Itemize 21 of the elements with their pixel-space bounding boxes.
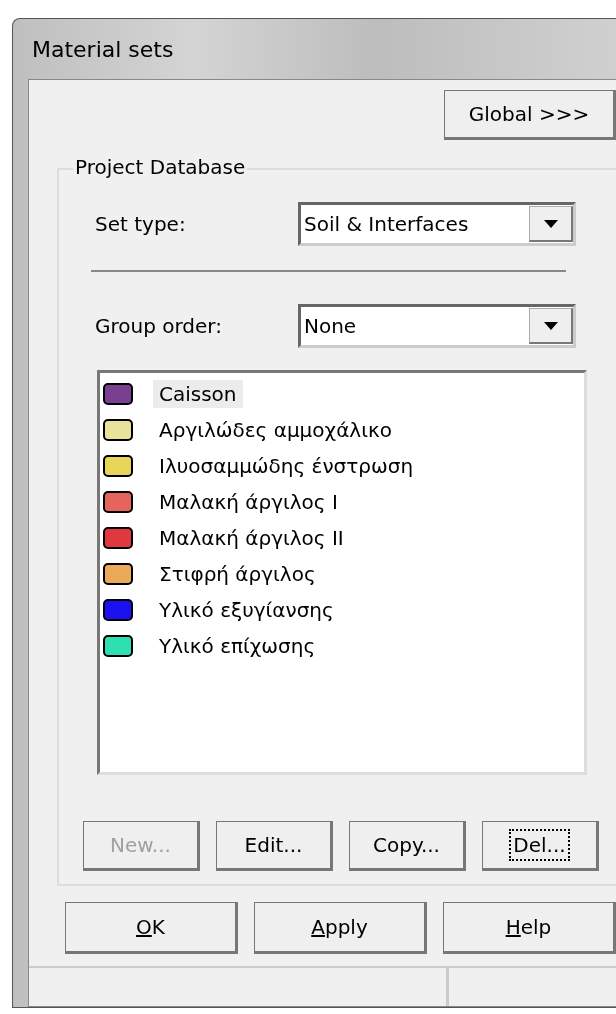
set-type-label: Set type: bbox=[95, 211, 187, 238]
material-item[interactable]: Μαλακή άργιλος II bbox=[153, 524, 350, 552]
list-action-button[interactable]: Del... bbox=[482, 821, 599, 871]
material-item[interactable]: Υλικό εξυγίανσης bbox=[153, 596, 340, 624]
dialog-button[interactable]: Apply bbox=[254, 902, 427, 954]
material-item[interactable]: Αργιλώδες αμμοχάλικο bbox=[153, 416, 398, 444]
dialog-button[interactable]: Help bbox=[443, 902, 616, 954]
group-order-dropdown[interactable]: None bbox=[298, 304, 576, 348]
window-title: Material sets bbox=[32, 35, 174, 64]
dialog-button[interactable]: OK bbox=[65, 902, 238, 954]
global-button[interactable]: Global >>> bbox=[444, 90, 616, 140]
material-list[interactable]: Caisson Αργιλώδες αμμοχάλικο Ιλυοσαμμώδης ένστρωση Μαλακή άργιλος I Μαλακή άργιλος II Στιφρή άργιλος Υλικό εξυγίανσης Υλικό επίχωσης bbox=[97, 370, 587, 775]
material-item[interactable]: Στιφρή άργιλος bbox=[153, 560, 322, 588]
material-item[interactable]: Μαλακή άργιλος I bbox=[153, 488, 344, 516]
material-item[interactable]: Caisson bbox=[153, 380, 243, 408]
set-type-dropdown[interactable]: Soil & Interfaces bbox=[298, 202, 576, 246]
group-order-label: Group order: bbox=[95, 313, 223, 340]
material-item[interactable]: Υλικό επίχωσης bbox=[153, 632, 322, 660]
list-action-button[interactable]: Edit... bbox=[216, 821, 333, 871]
list-action-button[interactable]: Copy... bbox=[349, 821, 466, 871]
material-item[interactable]: Ιλυοσαμμώδης ένστρωση bbox=[153, 452, 420, 480]
